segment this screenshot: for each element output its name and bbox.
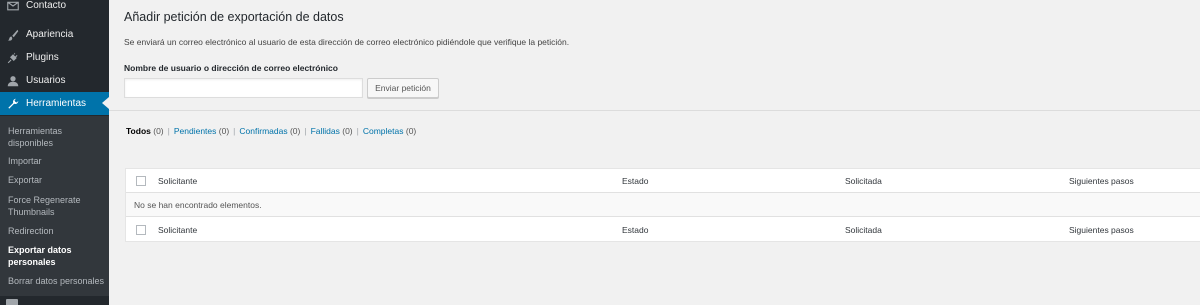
- menu-item-usuarios[interactable]: Usuarios: [0, 69, 109, 92]
- menu-item-next[interactable]: [0, 296, 109, 305]
- wrench-icon: [6, 97, 20, 111]
- table-footer-row: Solicitante Estado Solicitada Siguientes…: [126, 218, 1200, 242]
- view-separator: |: [304, 126, 307, 136]
- column-header-solicitante[interactable]: Solicitante: [158, 176, 197, 186]
- table-row: No se han encontrado elementos.: [126, 193, 1200, 217]
- column-header-estado: Estado: [622, 176, 649, 186]
- admin-sidebar: Contacto Apariencia Plugins Usuarios Her…: [0, 0, 109, 305]
- select-all-checkbox-footer[interactable]: [136, 225, 146, 235]
- menu-item-label: Apariencia: [26, 29, 74, 40]
- submenu-item-redirection[interactable]: Redirection: [8, 225, 106, 237]
- send-request-button[interactable]: Enviar petición: [367, 78, 439, 98]
- menu-item-label: Usuarios: [26, 75, 66, 86]
- main-content: Añadir petición de exportación de datos …: [109, 0, 1200, 305]
- menu-item-herramientas[interactable]: Herramientas: [0, 92, 109, 115]
- settings-icon: [6, 299, 18, 305]
- submenu-item-force-regenerate-thumbnails[interactable]: Force Regenerate Thumbnails: [8, 194, 106, 218]
- submenu-item-herramientas-disponibles[interactable]: Herramientas disponibles: [8, 125, 106, 149]
- paintbrush-icon: [6, 28, 20, 42]
- tools-submenu: Herramientas disponibles Importar Export…: [0, 116, 109, 296]
- view-todos[interactable]: Todos (0): [126, 126, 164, 136]
- menu-item-contacto[interactable]: Contacto: [0, 0, 109, 17]
- menu-item-apariencia[interactable]: Apariencia: [0, 23, 109, 46]
- column-header-solicitada[interactable]: Solicitada: [845, 176, 882, 186]
- no-items-message: No se han encontrado elementos.: [134, 200, 262, 210]
- view-separator: |: [167, 126, 170, 136]
- menu-item-plugins[interactable]: Plugins: [0, 46, 109, 69]
- view-separator: |: [233, 126, 236, 136]
- submenu-item-importar[interactable]: Importar: [8, 155, 106, 167]
- submenu-item-exportar-datos-personales[interactable]: Exportar datos personales: [8, 244, 106, 268]
- plug-icon: [6, 51, 20, 65]
- table-header-row: Solicitante Estado Solicitada Siguientes…: [126, 169, 1200, 193]
- view-confirmadas[interactable]: Confirmadas (0): [239, 126, 300, 136]
- user-icon: [6, 74, 20, 88]
- divider: [109, 110, 1200, 111]
- username-or-email-input[interactable]: [124, 78, 363, 98]
- select-all-checkbox[interactable]: [136, 176, 146, 186]
- submenu-item-borrar-datos-personales[interactable]: Borrar datos personales: [8, 275, 106, 287]
- form-description: Se enviará un correo electrónico al usua…: [124, 37, 570, 47]
- column-footer-siguientes-pasos: Siguientes pasos: [1069, 225, 1134, 235]
- view-separator: |: [356, 126, 359, 136]
- menu-item-label: Contacto: [26, 0, 67, 11]
- email-field-label: Nombre de usuario o dirección de correo …: [124, 63, 338, 73]
- mail-icon: [6, 0, 20, 13]
- view-pendientes[interactable]: Pendientes (0): [174, 126, 229, 136]
- column-footer-solicitante[interactable]: Solicitante: [158, 225, 197, 235]
- menu-item-label: Herramientas: [26, 98, 87, 109]
- submenu-item-exportar[interactable]: Exportar: [8, 174, 106, 186]
- requests-table: Solicitante Estado Solicitada Siguientes…: [125, 168, 1200, 242]
- status-filter-views: Todos (0) | Pendientes (0) | Confirmadas…: [126, 126, 416, 136]
- column-header-siguientes-pasos: Siguientes pasos: [1069, 176, 1134, 186]
- column-footer-solicitada[interactable]: Solicitada: [845, 225, 882, 235]
- page-title: Añadir petición de exportación de datos: [124, 10, 344, 24]
- column-footer-estado: Estado: [622, 225, 649, 235]
- view-fallidas[interactable]: Fallidas (0): [311, 126, 353, 136]
- view-completas[interactable]: Completas (0): [363, 126, 416, 136]
- menu-item-label: Plugins: [26, 52, 59, 63]
